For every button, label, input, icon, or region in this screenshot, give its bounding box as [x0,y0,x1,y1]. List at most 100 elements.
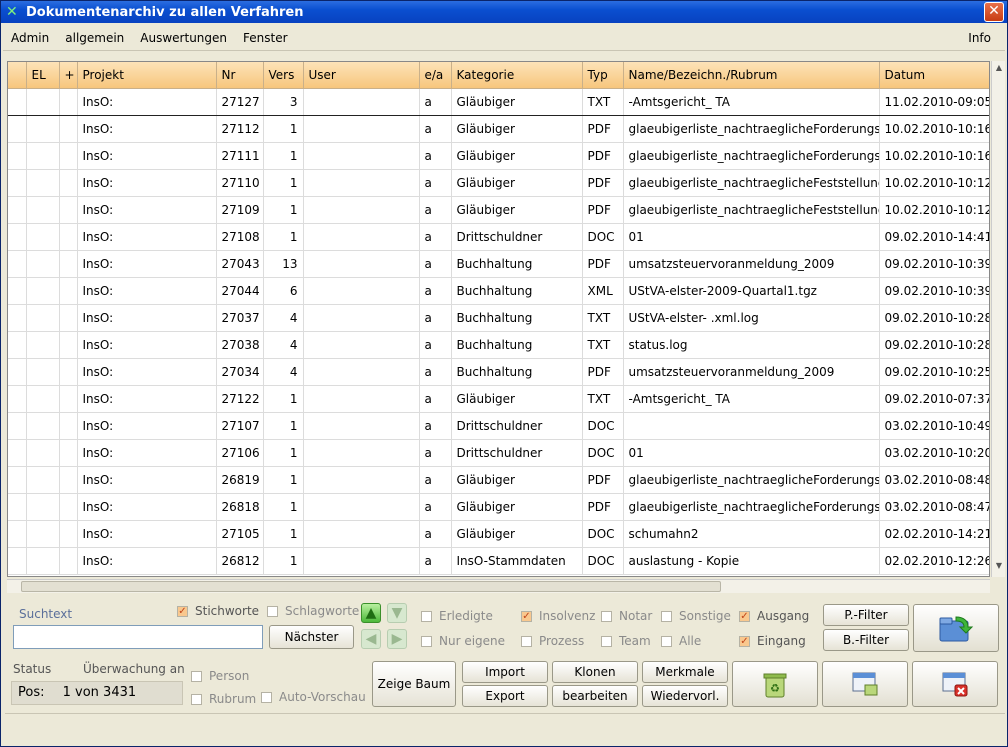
cell-vers[interactable]: 4 [263,331,304,359]
cell-name[interactable]: glaeubigerliste_nachtraeglicheForderungs… [623,142,880,170]
checkbox-sonstige[interactable]: Sonstige [661,609,731,623]
cell-plus[interactable] [59,331,78,359]
cell-select[interactable] [8,196,27,224]
merkmale-button[interactable]: Merkmale [642,661,728,683]
arrow-down-icon[interactable]: ▼ [387,603,407,623]
checkbox-box[interactable] [521,635,532,647]
column-header-vers[interactable]: Vers [263,62,304,89]
checkbox-box[interactable]: ✓ [739,610,750,622]
cell-nr[interactable]: 27110 [216,169,264,197]
cell-datum[interactable]: 10.02.2010-10:16 [879,142,989,170]
cell-nr[interactable]: 27108 [216,223,264,251]
cell-kategorie[interactable]: Drittschuldner [451,439,583,467]
cell-ea[interactable]: a [419,358,452,386]
cell-nr[interactable]: 27109 [216,196,264,224]
checkbox-team[interactable]: Team [601,634,651,648]
cell-plus[interactable] [59,520,78,548]
klonen-button[interactable]: Klonen [552,661,638,683]
cell-el[interactable] [26,412,60,440]
cell-el[interactable] [26,520,60,548]
cell-vers[interactable]: 1 [263,547,304,575]
cell-datum[interactable]: 10.02.2010-10:12 [879,196,989,224]
cell-ea[interactable]: a [419,493,452,521]
cell-ea[interactable]: a [419,412,452,440]
cell-nr[interactable]: 27037 [216,304,264,332]
cell-kategorie[interactable]: Gläubiger [451,115,583,143]
cell-name[interactable]: glaeubigerliste_nachtraeglicheFeststellu… [623,196,880,224]
column-header-user[interactable]: User [303,62,420,89]
cell-projekt[interactable]: InsO: [77,304,217,332]
checkbox-prozess[interactable]: Prozess [521,634,584,648]
cell-ea[interactable]: a [419,439,452,467]
cell-projekt[interactable]: InsO: [77,277,217,305]
cell-typ[interactable]: PDF [582,196,624,224]
cell-datum[interactable]: 03.02.2010-10:49 [879,412,989,440]
cell-nr[interactable]: 27122 [216,385,264,413]
table-row[interactable]: InsO: 27108 1 a Drittschuldner DOC 01 09.02.201… [8,223,989,251]
cell-datum[interactable]: 03.02.2010-08:48 [879,466,989,494]
cell-select[interactable] [8,547,27,575]
cell-kategorie[interactable]: Gläubiger [451,87,583,116]
cell-nr[interactable]: 27034 [216,358,264,386]
checkbox-box[interactable]: ✓ [521,610,532,622]
cell-kategorie[interactable]: Gläubiger [451,142,583,170]
cell-user[interactable] [303,385,420,413]
cell-kategorie[interactable]: Gläubiger [451,385,583,413]
cell-vers[interactable]: 1 [263,385,304,413]
cell-ea[interactable]: a [419,87,452,116]
cell-vers[interactable]: 4 [263,304,304,332]
cell-kategorie[interactable]: Gläubiger [451,493,583,521]
cell-datum[interactable]: 10.02.2010-10:16 [879,115,989,143]
checkbox-box[interactable] [601,635,612,647]
cell-ea[interactable]: a [419,277,452,305]
cell-vers[interactable]: 1 [263,196,304,224]
table-row[interactable]: InsO: 26818 1 a Gläubiger PDF glaeubigerliste_… [8,493,989,521]
cell-user[interactable] [303,87,420,116]
cell-vers[interactable]: 13 [263,250,304,278]
bearbeiten-button[interactable]: bearbeiten [552,685,638,707]
cell-kategorie[interactable]: Buchhaltung [451,277,583,305]
cell-el[interactable] [26,196,60,224]
cell-select[interactable] [8,520,27,548]
table-row[interactable]: InsO: 27107 1 a Drittschuldner DOC 03.02.2010-… [8,412,989,440]
cell-select[interactable] [8,331,27,359]
cell-vers[interactable]: 1 [263,115,304,143]
checkbox-notar[interactable]: Notar [601,609,652,623]
cell-name[interactable]: 01 [623,439,880,467]
cell-projekt[interactable]: InsO: [77,169,217,197]
cell-projekt[interactable]: InsO: [77,547,217,575]
table-row[interactable]: InsO: 26819 1 a Gläubiger PDF glaeubigerliste_… [8,466,989,494]
checkbox-insolvenz[interactable]: ✓ Insolvenz [521,609,595,623]
cell-name[interactable]: 01 [623,223,880,251]
cell-datum[interactable]: 09.02.2010-10:28 [879,331,989,359]
cell-name[interactable]: UStVA-elster-2009-Quartal1.tgz [623,277,880,305]
checkbox-erledigte[interactable]: Erledigte [421,609,493,623]
cell-typ[interactable]: XML [582,277,624,305]
cell-nr[interactable]: 27127 [216,87,264,116]
cell-ea[interactable]: a [419,331,452,359]
cell-user[interactable] [303,466,420,494]
checkbox-person[interactable]: Person [191,669,249,683]
cell-user[interactable] [303,250,420,278]
cell-datum[interactable]: 09.02.2010-10:39 [879,250,989,278]
cell-select[interactable] [8,439,27,467]
cell-vers[interactable]: 3 [263,87,304,116]
table-row[interactable]: InsO: 27122 1 a Gläubiger TXT -Amtsgericht_ TA… [8,385,989,413]
cell-el[interactable] [26,304,60,332]
menu-admin[interactable]: Admin [3,31,57,45]
cell-vers[interactable]: 1 [263,169,304,197]
checkbox-box[interactable] [267,605,278,617]
cell-name[interactable]: glaeubigerliste_nachtraeglicheForderungs… [623,115,880,143]
cell-plus[interactable] [59,493,78,521]
cell-vers[interactable]: 1 [263,520,304,548]
column-header-kategorie[interactable]: Kategorie [451,62,583,89]
cell-plus[interactable] [59,169,78,197]
table-row[interactable]: InsO: 27034 4 a Buchhaltung PDF umsatzsteuervo… [8,358,989,386]
scroll-up-icon[interactable]: ▲ [993,63,1005,77]
cell-typ[interactable]: TXT [582,304,624,332]
cell-projekt[interactable]: InsO: [77,142,217,170]
vertical-scrollbar[interactable]: ▲ ▼ [991,61,1005,577]
arrow-right-icon[interactable]: ▶ [387,629,407,649]
cell-nr[interactable]: 27107 [216,412,264,440]
menu-fenster[interactable]: Fenster [235,31,296,45]
